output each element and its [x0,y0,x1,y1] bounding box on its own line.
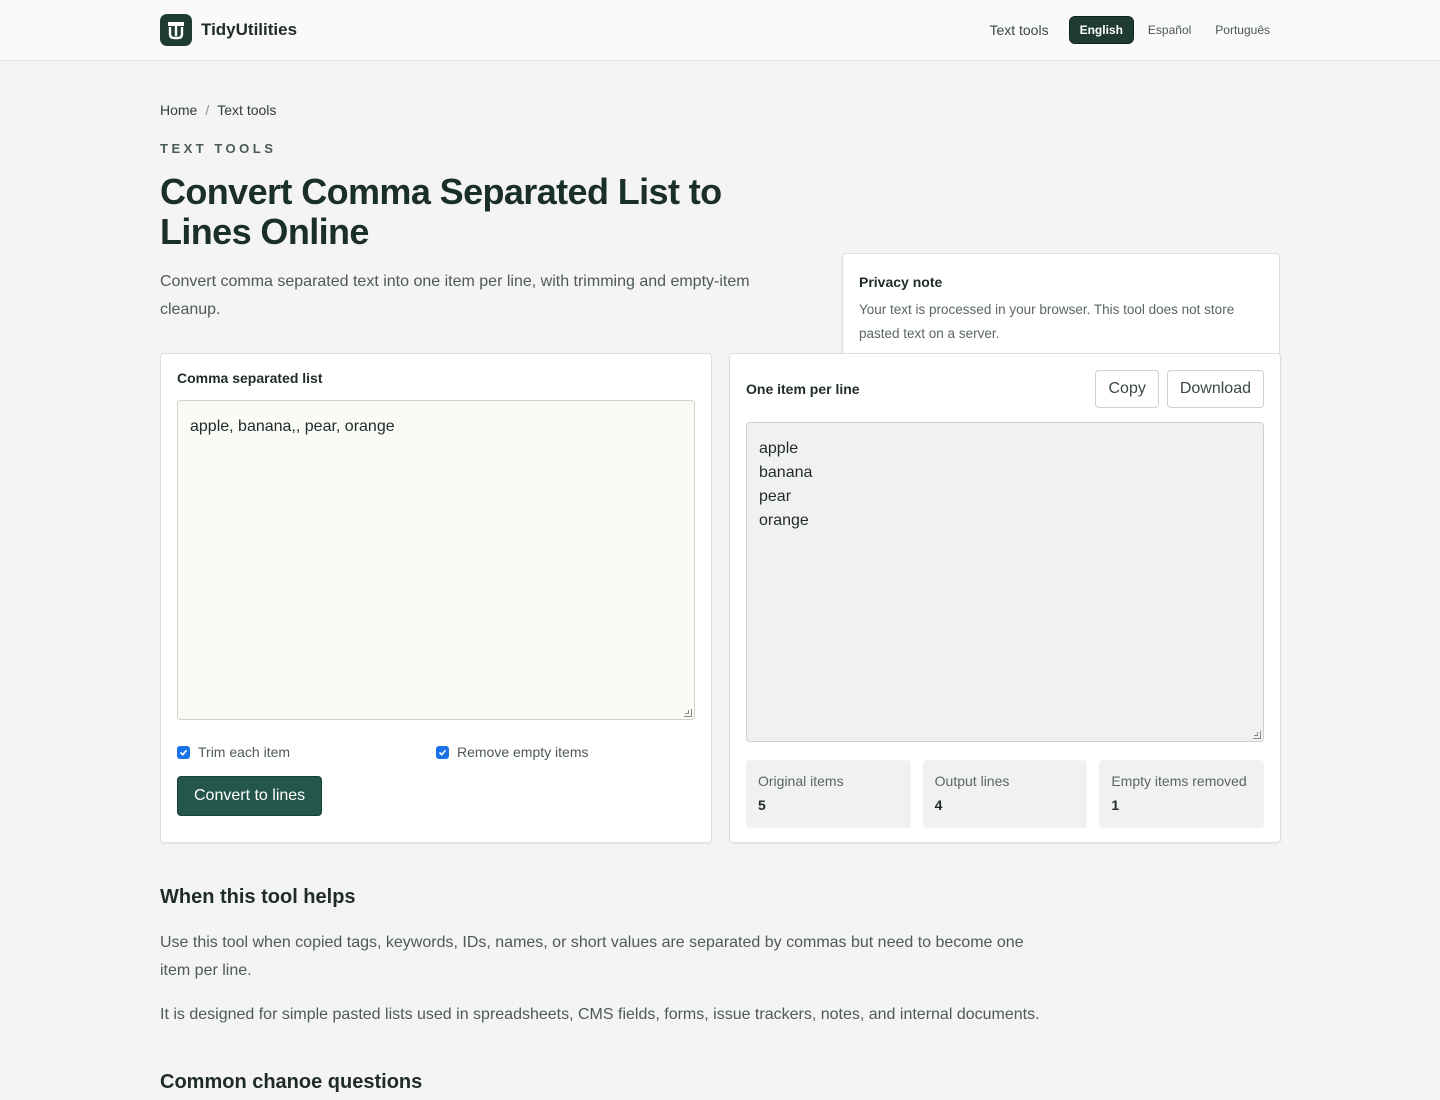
page-title: Convert Comma Separated List to Lines On… [160,171,722,252]
lang-espanol[interactable]: Español [1138,17,1201,43]
breadcrumb: Home / Text tools [160,102,1280,118]
download-button[interactable]: Download [1166,370,1264,408]
output-header: One item per line Copy Download [746,370,1264,408]
output-actions: Copy Download [1095,370,1264,408]
main-nav: Text tools English Español Português [989,16,1280,44]
privacy-note: Privacy note Your text is processed in y… [842,253,1280,363]
input-panel: Comma separated list apple, banana,, pea… [160,353,712,843]
resize-grip-icon[interactable] [684,709,692,717]
convert-button[interactable]: Convert to lines [177,776,323,816]
options: Trim each item Remove empty items [177,744,695,760]
main-content: Home / Text tools TEXT TOOLS Convert Com… [160,102,1281,1094]
logo-icon [160,14,192,46]
brand-name: TidyUtilities [201,20,298,39]
lang-english[interactable]: English [1068,16,1134,44]
stat-value: 5 [758,797,766,813]
output-textarea[interactable]: apple banana pear orange [746,422,1264,742]
breadcrumb-separator: / [205,102,210,118]
lang-portugues[interactable]: Português [1205,17,1280,43]
remove-empty-option[interactable]: Remove empty items [436,744,695,760]
section-paragraph: Use this tool when copied tags, keywords… [160,934,1024,979]
breadcrumb-home[interactable]: Home [160,102,197,118]
stat-output-lines: Output lines 4 [922,760,1088,828]
stat-value: 1 [1111,797,1120,813]
trim-option[interactable]: Trim each item [177,744,436,760]
privacy-text: Your text is processed in your browser. … [859,302,1235,341]
stat-label: Original items [758,773,844,789]
stat-label: Empty items removed [1111,773,1247,789]
copy-button[interactable]: Copy [1095,370,1159,408]
section-heading-helps: When this tool helps [160,886,356,908]
breadcrumb-current[interactable]: Text tools [217,102,276,118]
trim-checkbox[interactable] [177,745,190,759]
tool-panels: Comma separated list apple, banana,, pea… [160,353,1281,843]
eyebrow: TEXT TOOLS [160,141,277,156]
section-paragraph: It is designed for simple pasted lists u… [160,1006,1040,1023]
trim-label: Trim each item [198,744,291,760]
input-label: Comma separated list [177,370,323,386]
stats: Original items 5 Output lines 4 Empty it… [746,760,1265,828]
remove-empty-label: Remove empty items [457,744,589,760]
nav-text-tools[interactable]: Text tools [989,22,1048,38]
stat-label: Output lines [934,773,1010,789]
output-panel: One item per line Copy Download apple ba… [729,353,1281,843]
stat-empty-removed: Empty items removed 1 [1099,760,1265,828]
brand[interactable]: TidyUtilities [160,14,297,46]
privacy-title: Privacy note [859,274,943,290]
section-heading-next: Common chanoe questions [160,1071,423,1093]
resize-grip-icon[interactable] [1253,731,1261,739]
stat-original-items: Original items 5 [746,760,911,828]
stat-value: 4 [934,797,943,813]
remove-empty-checkbox[interactable] [436,745,449,759]
top-bar: TidyUtilities Text tools English Español… [0,0,1440,61]
output-label: One item per line [746,381,860,397]
page-lede: Convert comma separated text into one it… [160,273,750,318]
input-textarea[interactable]: apple, banana,, pear, orange [177,400,695,720]
